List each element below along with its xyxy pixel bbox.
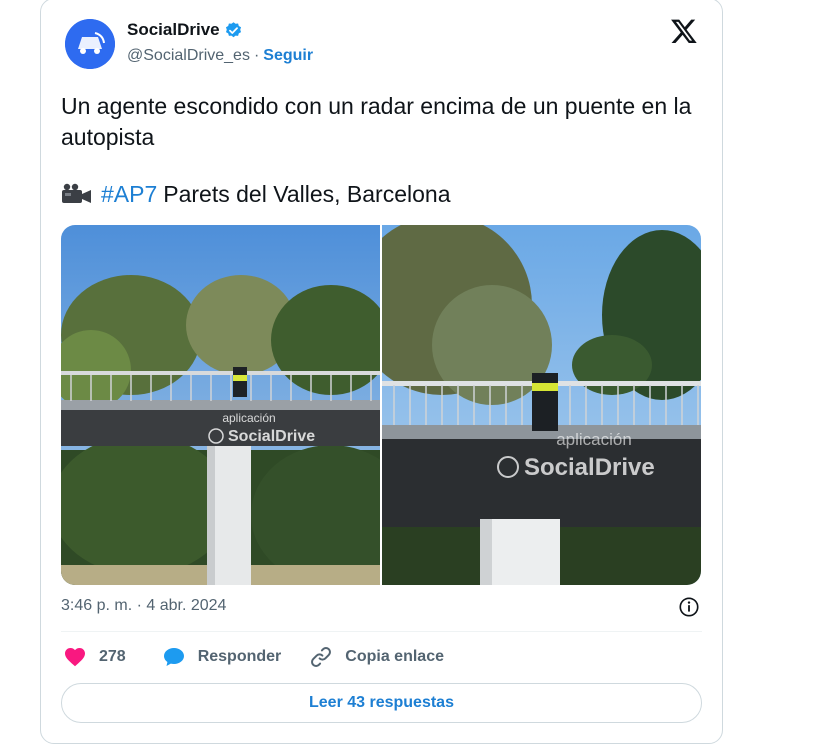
media-grid: aplicación SocialDrive aplicación Social… — [61, 225, 701, 585]
camera-icon — [62, 183, 91, 203]
read-replies-button[interactable]: Leer 43 respuestas — [61, 683, 702, 723]
tweet-header: SocialDrive @SocialDrive_es · Seguir — [61, 15, 702, 75]
verified-badge-icon — [225, 21, 241, 37]
avatar[interactable] — [65, 19, 115, 69]
follow-button[interactable]: Seguir — [263, 47, 313, 65]
author-display-name[interactable]: SocialDrive — [127, 20, 220, 40]
like-count: 278 — [99, 648, 126, 665]
watermark-line2: SocialDrive — [228, 428, 315, 445]
heart-icon — [65, 648, 85, 667]
author-handle[interactable]: @SocialDrive_es — [127, 47, 250, 65]
divider — [61, 631, 702, 632]
tweet-actions: 278 Responder Copia enlace — [63, 645, 444, 669]
handle-separator: · — [253, 47, 260, 64]
like-button[interactable]: 278 — [63, 645, 126, 669]
watermark-line1: aplicación — [556, 430, 632, 449]
hashtag-link[interactable]: #AP7 — [101, 179, 157, 210]
info-icon[interactable] — [678, 596, 700, 618]
photo-bridge-right[interactable]: aplicación SocialDrive — [382, 225, 701, 585]
photo-bridge-left[interactable]: aplicación SocialDrive — [61, 225, 380, 585]
speech-bubble-icon — [163, 648, 184, 666]
watermark-line1: aplicación — [222, 411, 275, 425]
copy-link-label: Copia enlace — [345, 648, 444, 665]
tweet-timestamp[interactable]: 3:46 p. m. · 4 abr. 2024 — [61, 597, 226, 615]
tweet-location-line: #AP7 Parets del Valles, Barcelona — [61, 179, 451, 210]
watermark-line2: SocialDrive — [524, 454, 655, 481]
reply-button[interactable]: Responder — [162, 645, 282, 669]
x-logo-icon[interactable] — [670, 17, 698, 45]
copy-link-button[interactable]: Copia enlace — [309, 645, 444, 669]
location-text: Parets del Valles, Barcelona — [163, 181, 451, 207]
socialdrive-logo-icon — [65, 19, 115, 69]
tweet-card: SocialDrive @SocialDrive_es · Seguir Un … — [40, 0, 723, 744]
reply-label: Responder — [197, 648, 282, 665]
link-icon — [311, 647, 332, 667]
tweet-text: Un agente escondido con un radar encima … — [61, 93, 692, 150]
